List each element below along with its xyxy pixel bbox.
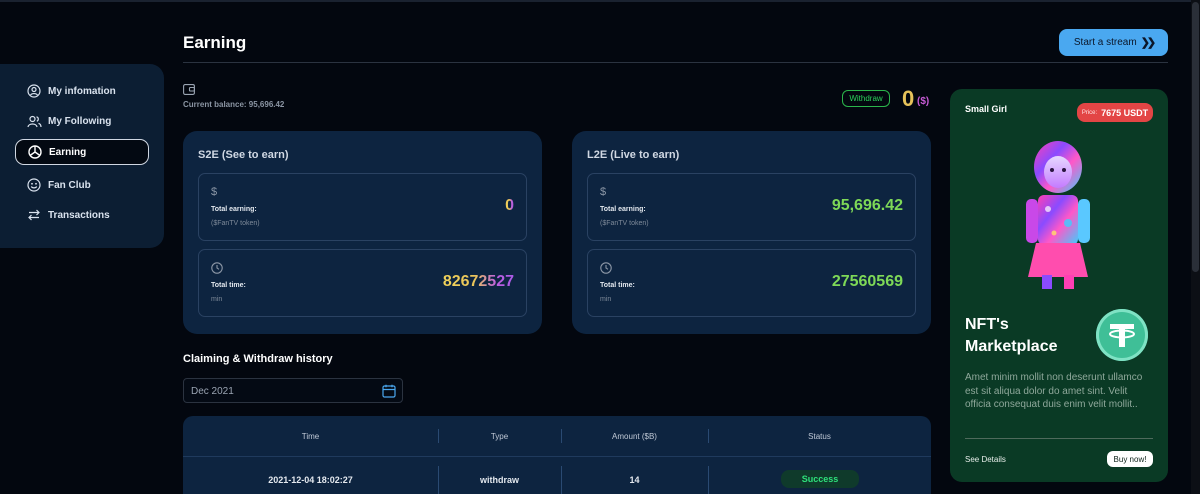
page-title: Earning [183, 33, 247, 52]
card-title: S2E (See to earn) [198, 149, 289, 161]
s2e-card: S2E (See to earn) $ Total earning: ($Fan… [183, 131, 542, 334]
status-badge: Success [781, 470, 859, 488]
calendar-icon[interactable] [382, 384, 396, 403]
stat-label: Total earning: [600, 206, 646, 213]
column-divider [561, 466, 562, 494]
total-earning-value: 95,696.42 [831, 197, 903, 214]
nft-description: Amet minim mollit non deserunt ullamco e… [965, 372, 1143, 410]
chart-pie-icon [27, 144, 43, 160]
column-header-status: Status [808, 432, 831, 441]
users-icon [26, 113, 42, 129]
sidebar-item-label: Fan Club [48, 179, 91, 191]
sidebar-item-label: My infomation [48, 85, 116, 97]
card-title: L2E (Live to earn) [587, 149, 680, 161]
stat-sub: min [211, 296, 223, 303]
nft-marketplace-heading: NFT's Marketplace [965, 316, 1058, 355]
buy-now-button[interactable]: Buy now! [1107, 451, 1153, 467]
wallet-icon [183, 82, 195, 100]
header-divider [183, 62, 1168, 63]
current-balance: Current balance: 95,696.42 [183, 100, 285, 109]
sidebar-item-fan-club[interactable]: Fan Club [15, 172, 149, 198]
stat-sub: ($FanTV token) [600, 220, 649, 227]
month-picker-value: Dec 2021 [191, 386, 234, 397]
row-time: 2021-12-04 18:02:27 [268, 475, 353, 485]
sidebar-item-earning[interactable]: Earning [15, 139, 149, 165]
tether-icon [1096, 309, 1148, 361]
nft-artwork-image[interactable] [1008, 137, 1108, 289]
total-time-box: Total time: min 27560569 [587, 249, 916, 317]
stat-label: Total earning: [211, 206, 257, 213]
page-scrollbar[interactable] [1191, 0, 1200, 494]
total-time-value: 82672527 [442, 273, 514, 290]
sidebar-item-transactions[interactable]: Transactions [15, 202, 149, 228]
user-circle-icon [26, 83, 42, 99]
top-border [0, 0, 1200, 2]
history-table: Time Type Amount ($B) Status 2021-12-04 … [183, 416, 931, 494]
scrollbar-thumb[interactable] [1192, 2, 1199, 272]
row-amount: 14 [629, 475, 640, 485]
withdraw-button[interactable]: Withdraw [842, 90, 890, 107]
price-label: Price: [1081, 109, 1098, 116]
sidebar-item-my-following[interactable]: My Following [15, 108, 149, 134]
total-earning-box: $ Total earning: ($FanTV token) 95,696.4… [587, 173, 916, 241]
dollar-icon: $ [211, 186, 218, 198]
withdraw-unit: ($) [917, 96, 930, 107]
nft-divider [965, 438, 1153, 439]
sidebar-item-label: Transactions [48, 209, 110, 221]
column-header-type: Type [490, 432, 509, 441]
dollar-icon: $ [600, 186, 607, 198]
column-divider [561, 429, 562, 443]
sidebar: My infomation My Following Earning Fan C… [0, 64, 164, 248]
total-time-box: Total time: min 82672527 [198, 249, 527, 317]
smiley-icon [26, 177, 42, 193]
price-badge: Price: 7675 USDT [1077, 103, 1153, 122]
nft-name: Small Girl [965, 104, 1008, 114]
total-earning-box: $ Total earning: ($FanTV token) 0 [198, 173, 527, 241]
sidebar-item-label: Earning [49, 146, 87, 158]
start-stream-label: Start a stream [1073, 37, 1137, 48]
column-divider [438, 429, 439, 443]
column-header-time: Time [301, 432, 320, 441]
stat-sub: min [600, 296, 612, 303]
clock-icon [211, 262, 223, 277]
clock-icon [600, 262, 612, 277]
column-divider [438, 466, 439, 494]
double-chevron-right-icon: ❯❯ [1140, 37, 1157, 49]
l2e-card: L2E (Live to earn) $ Total earning: ($Fa… [572, 131, 931, 334]
price-value: 7675 USDT [1101, 107, 1149, 118]
month-picker-input[interactable]: Dec 2021 [183, 378, 403, 403]
total-time-value: 27560569 [831, 273, 903, 290]
total-earning-value: 0 [505, 197, 514, 214]
column-divider [708, 429, 709, 443]
row-type: withdraw [479, 475, 519, 485]
arrows-exchange-icon [26, 207, 42, 223]
stat-label: Total time: [211, 282, 246, 289]
stat-label: Total time: [600, 282, 635, 289]
see-details-link[interactable]: See Details [965, 455, 1006, 464]
sidebar-item-my-information[interactable]: My infomation [15, 78, 149, 104]
column-header-amount: Amount ($B) [612, 432, 657, 441]
column-divider [708, 466, 709, 494]
sidebar-item-label: My Following [48, 115, 112, 127]
withdraw-amount: 0 [902, 86, 915, 111]
stat-sub: ($FanTV token) [211, 220, 260, 227]
nft-marketplace-card: Small Girl Price: 7675 USDT NFT's Market… [950, 89, 1168, 482]
table-header-divider [183, 456, 931, 457]
start-stream-button[interactable]: Start a stream ❯❯ [1059, 29, 1168, 56]
history-title: Claiming & Withdraw history [183, 353, 333, 365]
